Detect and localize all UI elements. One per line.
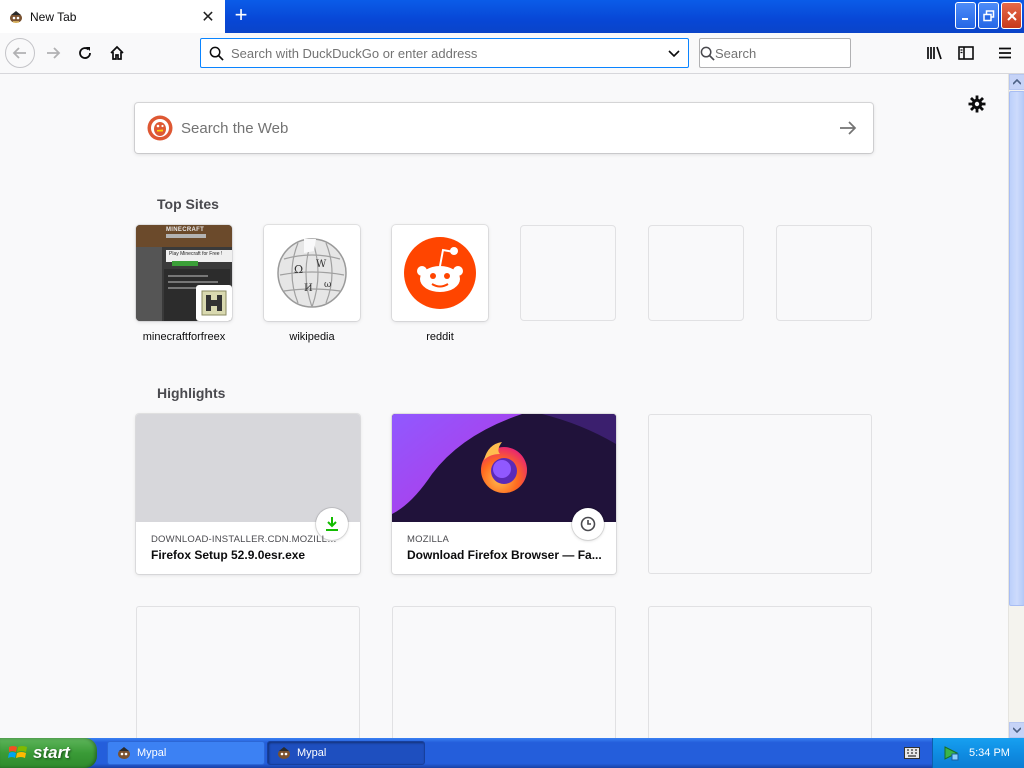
window-close-button[interactable] [1001, 2, 1022, 29]
chevron-up-icon [1013, 79, 1021, 85]
reload-button[interactable] [70, 38, 100, 68]
mypal-favicon-icon [10, 10, 22, 23]
firefox-banner-thumbnail [392, 414, 616, 522]
svg-text:И: И [304, 283, 313, 294]
top-site-tile-reddit[interactable] [392, 225, 488, 321]
search-submit-button[interactable] [823, 120, 873, 136]
taskbar-button-mypal[interactable]: Mypal [107, 741, 265, 765]
top-site-tile-empty [776, 225, 872, 321]
taskbar-button-label: Mypal [297, 747, 327, 759]
scroll-down-button[interactable] [1009, 722, 1024, 738]
window-restore-button[interactable] [978, 2, 999, 29]
top-site-tile-wikipedia[interactable]: Ω W И ω [264, 225, 360, 321]
language-bar-button[interactable] [902, 744, 922, 762]
top-site-tile-minecraftforfreex[interactable]: MINECRAFT Play Minecraft for Free ! [136, 225, 232, 321]
highlight-title: Firefox Setup 52.9.0esr.exe [151, 548, 306, 562]
restore-icon [982, 9, 994, 21]
chevron-down-icon[interactable] [660, 47, 688, 59]
search-icon [201, 46, 231, 61]
navigation-toolbar [0, 33, 1024, 74]
top-site-tile-empty [520, 225, 616, 321]
keyboard-icon [904, 747, 920, 759]
sidebar-toggle-button[interactable] [951, 38, 981, 68]
home-button[interactable] [102, 38, 132, 68]
highlight-card-empty [648, 606, 872, 738]
reload-icon [79, 47, 91, 59]
top-site-label[interactable]: reddit [385, 331, 495, 343]
start-button[interactable]: start [0, 738, 97, 768]
minecraft-favicon-icon [201, 290, 227, 316]
highlight-title: Download Firefox Browser — Fa... [407, 548, 602, 562]
clock[interactable]: 5:34 PM [969, 747, 1010, 759]
start-label: start [33, 743, 70, 762]
system-tray: 5:34 PM [932, 738, 1024, 768]
back-button[interactable] [5, 38, 35, 68]
chevron-down-icon [1013, 727, 1021, 733]
highlight-card-empty [648, 414, 872, 574]
mypal-app-icon [278, 747, 290, 759]
highlight-card[interactable]: MOZILLA Download Firefox Browser — Fa... [392, 414, 616, 574]
scroll-thumb[interactable] [1009, 91, 1024, 606]
minimize-icon [961, 17, 968, 20]
hamburger-menu-icon [999, 47, 1011, 59]
url-input[interactable] [231, 45, 660, 61]
windows-taskbar: start Mypal Mypal 5:34 PM [0, 738, 1024, 768]
scroll-up-button[interactable] [1009, 74, 1024, 90]
forward-arrow-icon [47, 47, 61, 59]
gear-icon [968, 95, 986, 113]
home-icon [110, 45, 124, 60]
app-menu-button[interactable] [990, 38, 1020, 68]
duckduckgo-logo-icon [147, 115, 173, 141]
taskbar-button-mypal-active[interactable]: Mypal [267, 741, 425, 765]
title-bar: New Tab ✕ + [0, 0, 1024, 33]
reddit-logo-icon [404, 237, 476, 309]
highlight-thumbnail [136, 414, 360, 522]
highlight-host: MOZILLA [407, 534, 450, 545]
highlight-card-empty [392, 606, 616, 738]
mypal-app-icon [118, 747, 130, 759]
tab-close-button[interactable]: ✕ [197, 6, 219, 28]
windows-logo-icon [8, 746, 27, 758]
vertical-scrollbar[interactable] [1008, 74, 1024, 738]
highlights-heading: Highlights [157, 385, 226, 401]
arrow-right-icon [840, 121, 857, 135]
new-tab-page: Top Sites MINECRAFT Play Minecraft for F… [0, 74, 1008, 738]
site-icon-badge [196, 285, 232, 321]
close-icon [1006, 10, 1017, 21]
tab-title: New Tab [30, 9, 77, 24]
highlight-host: DOWNLOAD-INSTALLER.CDN.MOZILLA ... [151, 534, 341, 545]
forward-button[interactable] [38, 38, 68, 68]
top-site-tile-empty [648, 225, 744, 321]
network-icon[interactable] [943, 745, 959, 761]
download-icon [326, 517, 338, 531]
url-bar[interactable] [200, 38, 689, 68]
top-site-label[interactable]: minecraftforfreex [129, 331, 239, 343]
tab-new-tab[interactable]: New Tab ✕ [0, 0, 225, 33]
sidebar-icon [958, 46, 974, 60]
search-input[interactable] [715, 45, 891, 61]
customize-settings-button[interactable] [966, 93, 988, 115]
window-minimize-button[interactable] [955, 2, 976, 29]
web-search-input[interactable] [181, 119, 823, 137]
svg-text:ω: ω [324, 280, 331, 290]
highlight-card[interactable]: DOWNLOAD-INSTALLER.CDN.MOZILLA ... Firef… [136, 414, 360, 574]
back-arrow-icon [12, 47, 26, 59]
top-sites-heading: Top Sites [157, 196, 219, 212]
search-icon [700, 46, 715, 61]
library-icon [927, 46, 942, 60]
new-tab-button[interactable]: + [229, 3, 253, 29]
svg-text:W: W [316, 259, 327, 270]
svg-text:Ω: Ω [294, 263, 303, 276]
clock-icon [580, 516, 596, 532]
library-button[interactable] [920, 38, 950, 68]
top-site-label[interactable]: wikipedia [257, 331, 367, 343]
wikipedia-globe-icon: Ω W И ω [277, 238, 347, 308]
taskbar-button-label: Mypal [137, 747, 167, 759]
highlight-card-empty [136, 606, 360, 738]
search-bar[interactable] [699, 38, 891, 68]
web-search-box[interactable] [135, 103, 873, 153]
